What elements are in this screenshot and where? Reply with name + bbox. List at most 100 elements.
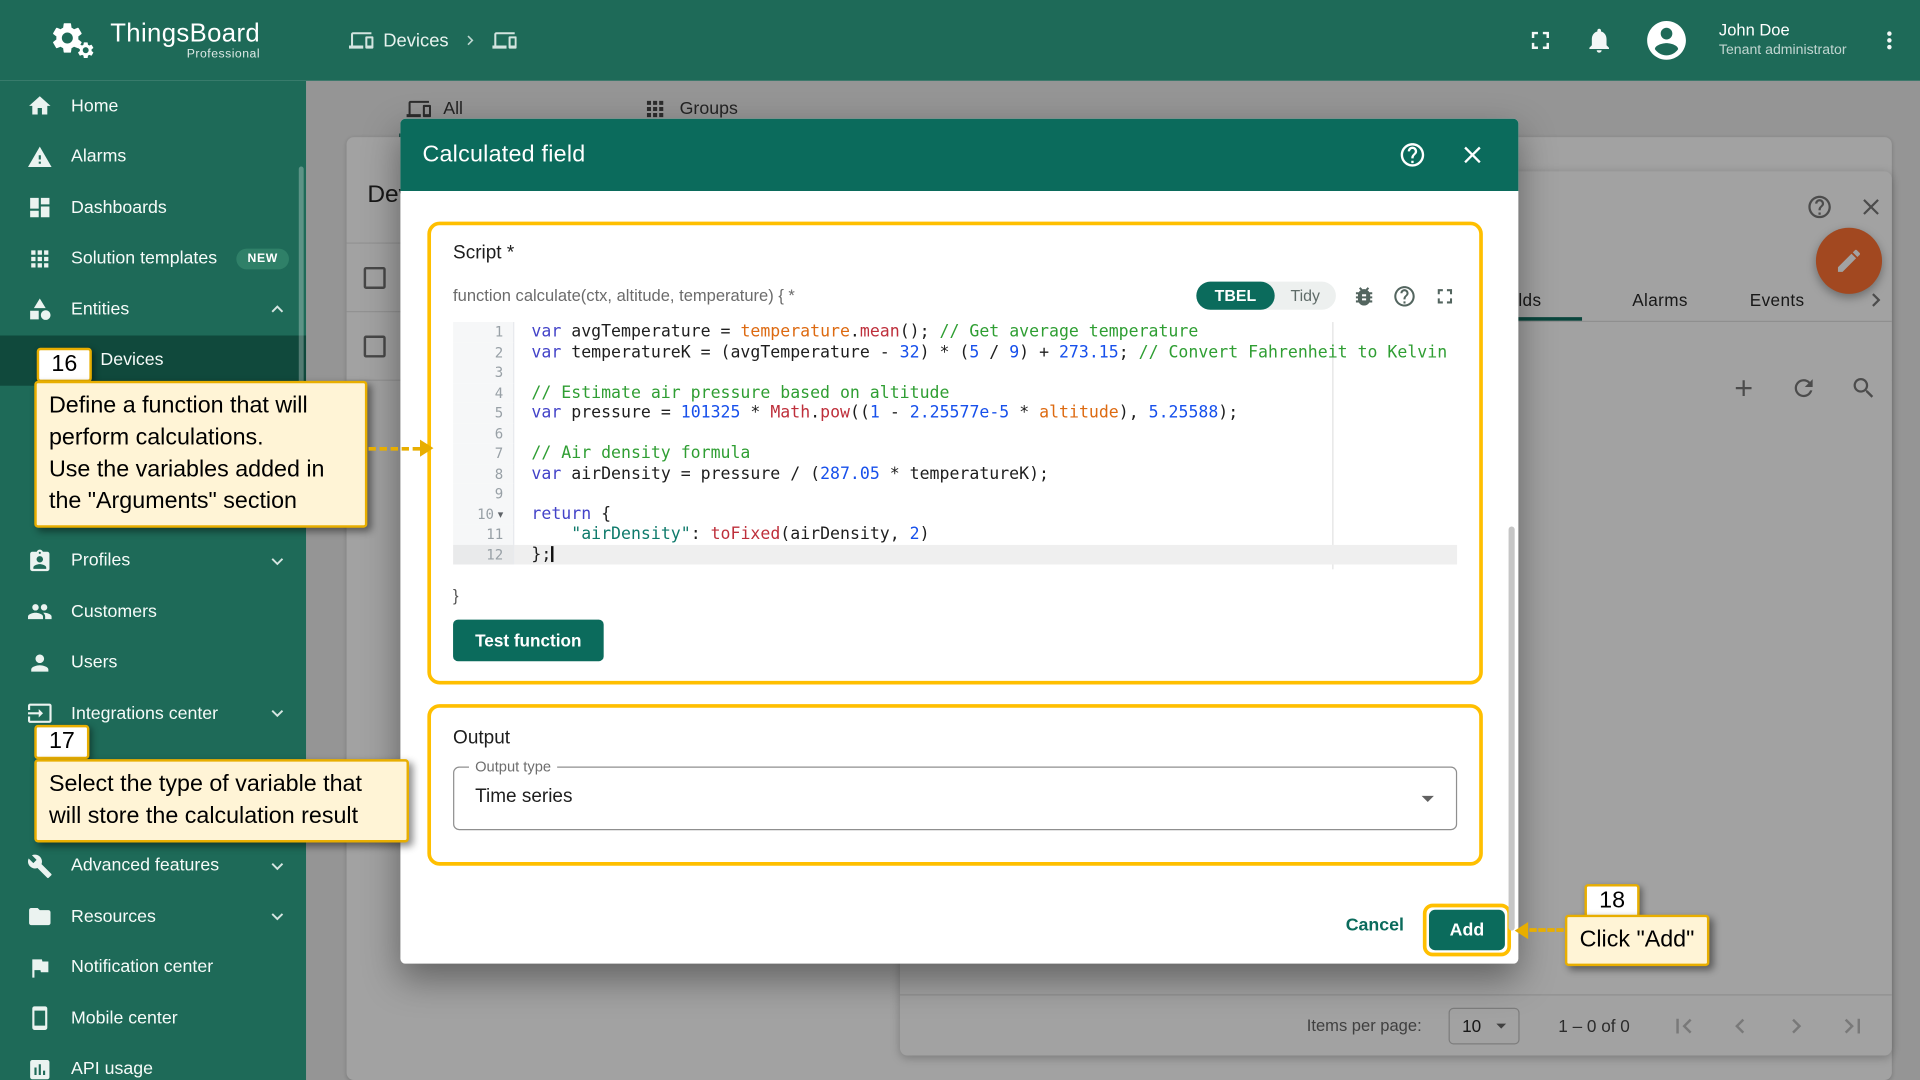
code-line[interactable]: 6 xyxy=(453,423,1457,444)
user-name: John Doe xyxy=(1718,20,1790,40)
fold-arrow-icon[interactable]: ▾ xyxy=(498,504,504,524)
sidebar-item-customers[interactable]: Customers xyxy=(0,587,306,638)
sidebar-item-api-usage[interactable]: API usage xyxy=(0,1044,306,1080)
dialog-help-icon[interactable] xyxy=(1398,141,1426,169)
sidebar-item-label: Notification center xyxy=(71,957,214,978)
devices-icon xyxy=(349,28,373,52)
code-text: return { xyxy=(531,503,612,524)
sidebar-item-label: Entities xyxy=(71,299,130,320)
callout-16-box: Define a function that will perform calc… xyxy=(34,380,368,528)
fullscreen-button[interactable] xyxy=(1525,26,1554,55)
code-text: var airDensity = pressure / (287.05 * te… xyxy=(531,463,1049,484)
code-line[interactable]: 8 var airDensity = pressure / (287.05 * t… xyxy=(453,463,1457,484)
line-number: 12 xyxy=(453,544,515,565)
line-number: 1 xyxy=(453,322,515,343)
code-line[interactable]: 1 var avgTemperature = temperature.mean()… xyxy=(453,322,1457,343)
code-text: // Estimate air pressure based on altitu… xyxy=(531,382,950,403)
sidebar-item-notification-center[interactable]: Notification center xyxy=(0,942,306,993)
code-line[interactable]: 12}; xyxy=(453,544,1458,565)
expand-editor-icon[interactable] xyxy=(1433,283,1457,307)
code-line[interactable]: 2 var temperatureK = (avgTemperature - 32… xyxy=(453,342,1457,363)
tidy-button[interactable]: Tidy xyxy=(1275,282,1336,310)
breadcrumb-all[interactable] xyxy=(493,28,527,52)
code-text: "airDensity": toFixed(airDensity, 2) xyxy=(571,524,930,544)
breadcrumb-devices[interactable]: Devices xyxy=(349,28,449,52)
code-line[interactable]: 5 var pressure = 101325 * Math.pow((1 - 2… xyxy=(453,402,1457,424)
line-number: 2 xyxy=(453,342,515,363)
line-number: 3 xyxy=(453,362,515,383)
line-number: 11 xyxy=(453,524,515,545)
code-line[interactable]: 9 xyxy=(453,483,1457,504)
code-editor[interactable]: 1 var avgTemperature = temperature.mean()… xyxy=(453,322,1458,565)
line-number: 8 xyxy=(453,463,515,484)
code-line[interactable]: 4 // Estimate air pressure based on altit… xyxy=(453,382,1457,403)
category-icon xyxy=(27,297,53,323)
callout-16-line1: Define a function that will perform calc… xyxy=(48,393,308,451)
sidebar-item-label: Resources xyxy=(71,907,156,927)
build-icon xyxy=(27,853,53,879)
sidebar-item-dashboards[interactable]: Dashboards xyxy=(0,182,306,233)
script-help-icon[interactable] xyxy=(1392,283,1416,307)
sidebar-item-resources[interactable]: Resources xyxy=(0,891,306,942)
dialog-title: Calculated field xyxy=(422,141,586,168)
debug-bug-icon[interactable] xyxy=(1352,283,1376,307)
sidebar-item-solution-templates[interactable]: Solution templates NEW xyxy=(0,233,306,284)
output-type-floating-label: Output type xyxy=(468,757,558,776)
sidebar-item-label: Mobile center xyxy=(71,1008,178,1029)
sidebar-item-advanced-features[interactable]: Advanced features xyxy=(0,841,306,892)
line-number: 9 xyxy=(453,483,515,504)
script-language-toggle: TBEL Tidy xyxy=(1196,281,1336,310)
user-avatar[interactable] xyxy=(1643,17,1690,64)
text-cursor xyxy=(551,545,554,562)
sidebar-item-label: Advanced features xyxy=(71,856,220,876)
gear-logo-icon xyxy=(49,16,98,65)
sidebar-item-label: Customers xyxy=(71,602,157,622)
function-signature: function calculate(ctx, altitude, temper… xyxy=(453,286,795,305)
output-type-select[interactable]: Output type Time series xyxy=(453,757,1458,831)
chevron-down-icon xyxy=(1421,795,1434,803)
line-number: 4 xyxy=(453,382,515,403)
output-type-value: Time series xyxy=(475,786,573,807)
code-text: var avgTemperature = temperature.mean();… xyxy=(531,322,1199,342)
code-text: var temperatureK = (avgTemperature - 32)… xyxy=(531,342,1448,362)
callout-18-connector xyxy=(1529,928,1564,932)
test-function-button[interactable]: Test function xyxy=(453,619,604,662)
callout-18-arrow xyxy=(1514,922,1529,940)
code-line[interactable]: 7 // Air density formula xyxy=(453,443,1457,464)
sidebar-item-profiles[interactable]: Profiles xyxy=(0,536,306,587)
code-line[interactable]: 10 ▾ return { xyxy=(453,503,1457,525)
sidebar-item-alarms[interactable]: Alarms xyxy=(0,132,306,183)
profiles-icon xyxy=(27,548,53,574)
apps-icon xyxy=(27,246,53,272)
brand-subtitle: Professional xyxy=(186,47,261,62)
tbel-toggle[interactable]: TBEL xyxy=(1196,281,1275,310)
sidebar-item-label: Solution templates xyxy=(71,248,218,269)
person-icon xyxy=(27,650,53,676)
home-icon xyxy=(27,93,53,119)
cancel-button[interactable]: Cancel xyxy=(1346,916,1404,936)
sidebar-item-home[interactable]: Home xyxy=(0,81,306,132)
add-button[interactable]: Add xyxy=(1428,909,1505,951)
chevron-down-icon xyxy=(266,702,289,725)
sidebar-item-mobile-center[interactable]: Mobile center xyxy=(0,993,306,1044)
dialog-close-icon[interactable] xyxy=(1458,141,1486,169)
dialog-scrollbar[interactable] xyxy=(1508,526,1515,931)
chart-icon xyxy=(27,1056,53,1080)
chevron-down-icon xyxy=(266,854,289,877)
thingsboard-logo[interactable]: ThingsBoard Professional xyxy=(49,0,260,81)
code-line[interactable]: 11 "airDensity": toFixed(airDensity, 2) xyxy=(453,524,1457,545)
sidebar-item-label: Alarms xyxy=(71,147,127,167)
input-icon xyxy=(27,701,53,727)
line-number: 7 xyxy=(453,443,515,464)
app-header: ThingsBoard Professional Devices John Do… xyxy=(0,0,1920,81)
sidebar-nav: Home Alarms Dashboards Solution templates NE… xyxy=(0,81,307,1080)
code-line[interactable]: 3 xyxy=(453,362,1457,383)
more-menu-icon[interactable] xyxy=(1876,27,1903,54)
callout-16-arrow xyxy=(420,439,434,457)
notifications-bell-icon[interactable] xyxy=(1584,26,1613,55)
sidebar-item-users[interactable]: Users xyxy=(0,637,306,688)
chevron-down-icon xyxy=(266,905,289,928)
sidebar-item-entities[interactable]: Entities xyxy=(0,284,306,335)
